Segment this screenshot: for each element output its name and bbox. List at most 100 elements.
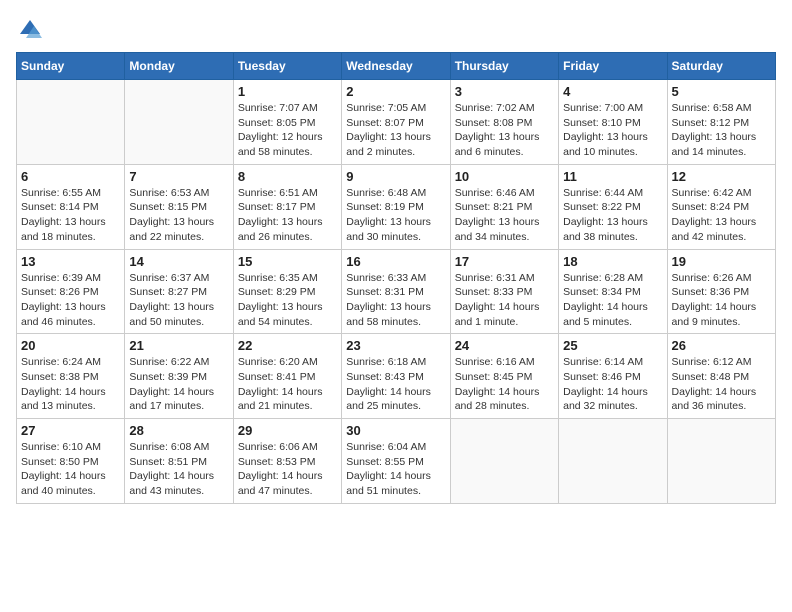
day-number: 12 — [672, 169, 771, 184]
logo-icon — [16, 16, 44, 44]
day-number: 27 — [21, 423, 120, 438]
day-info: Sunrise: 7:02 AMSunset: 8:08 PMDaylight:… — [455, 101, 554, 160]
day-number: 19 — [672, 254, 771, 269]
day-cell: 8Sunrise: 6:51 AMSunset: 8:17 PMDaylight… — [233, 164, 341, 249]
day-number: 25 — [563, 338, 662, 353]
day-info: Sunrise: 6:04 AMSunset: 8:55 PMDaylight:… — [346, 440, 445, 499]
day-number: 23 — [346, 338, 445, 353]
day-info: Sunrise: 6:08 AMSunset: 8:51 PMDaylight:… — [129, 440, 228, 499]
day-cell — [667, 419, 775, 504]
day-info: Sunrise: 6:48 AMSunset: 8:19 PMDaylight:… — [346, 186, 445, 245]
day-cell — [125, 80, 233, 165]
page-header — [16, 16, 776, 44]
day-cell: 26 Sunrise: 6:12 AMSunset: 8:48 PMDayligh… — [667, 334, 775, 419]
day-number: 29 — [238, 423, 337, 438]
day-info: Sunrise: 6:20 AMSunset: 8:41 PMDaylight:… — [238, 355, 337, 414]
day-number: 17 — [455, 254, 554, 269]
weekday-header-tuesday: Tuesday — [233, 53, 341, 80]
day-number: 15 — [238, 254, 337, 269]
day-info: Sunrise: 6:53 AMSunset: 8:15 PMDaylight:… — [129, 186, 228, 245]
day-info: Sunrise: 6:58 AMSunset: 8:12 PMDaylight:… — [672, 101, 771, 160]
day-cell: 9 Sunrise: 6:48 AMSunset: 8:19 PMDaylight… — [342, 164, 450, 249]
day-cell: 5Sunrise: 6:58 AMSunset: 8:12 PMDaylight… — [667, 80, 775, 165]
day-info: Sunrise: 7:00 AMSunset: 8:10 PMDaylight:… — [563, 101, 662, 160]
day-cell: 28 Sunrise: 6:08 AMSunset: 8:51 PMDayligh… — [125, 419, 233, 504]
weekday-header-friday: Friday — [559, 53, 667, 80]
day-info: Sunrise: 6:37 AMSunset: 8:27 PMDaylight:… — [129, 271, 228, 330]
day-info: Sunrise: 6:46 AMSunset: 8:21 PMDaylight:… — [455, 186, 554, 245]
day-info: Sunrise: 6:18 AMSunset: 8:43 PMDaylight:… — [346, 355, 445, 414]
day-cell: 2 Sunrise: 7:05 AMSunset: 8:07 PMDaylight… — [342, 80, 450, 165]
day-info: Sunrise: 6:51 AMSunset: 8:17 PMDaylight:… — [238, 186, 337, 245]
week-row-3: 13 Sunrise: 6:39 AMSunset: 8:26 PMDayligh… — [17, 249, 776, 334]
day-cell: 14 Sunrise: 6:37 AMSunset: 8:27 PMDayligh… — [125, 249, 233, 334]
day-cell: 16 Sunrise: 6:33 AMSunset: 8:31 PMDayligh… — [342, 249, 450, 334]
calendar-table: SundayMondayTuesdayWednesdayThursdayFrid… — [16, 52, 776, 504]
day-cell: 1Sunrise: 7:07 AMSunset: 8:05 PMDaylight… — [233, 80, 341, 165]
day-cell: 18 Sunrise: 6:28 AMSunset: 8:34 PMDayligh… — [559, 249, 667, 334]
day-cell: 27 Sunrise: 6:10 AMSunset: 8:50 PMDayligh… — [17, 419, 125, 504]
day-info: Sunrise: 7:05 AMSunset: 8:07 PMDaylight:… — [346, 101, 445, 160]
day-number: 4 — [563, 84, 662, 99]
day-cell: 21 Sunrise: 6:22 AMSunset: 8:39 PMDayligh… — [125, 334, 233, 419]
day-info: Sunrise: 6:12 AMSunset: 8:48 PMDaylight:… — [672, 355, 771, 414]
day-cell: 23 Sunrise: 6:18 AMSunset: 8:43 PMDayligh… — [342, 334, 450, 419]
day-info: Sunrise: 6:35 AMSunset: 8:29 PMDaylight:… — [238, 271, 337, 330]
day-info: Sunrise: 6:28 AMSunset: 8:34 PMDaylight:… — [563, 271, 662, 330]
day-info: Sunrise: 7:07 AMSunset: 8:05 PMDaylight:… — [238, 101, 337, 160]
day-number: 16 — [346, 254, 445, 269]
weekday-header-row: SundayMondayTuesdayWednesdayThursdayFrid… — [17, 53, 776, 80]
day-number: 7 — [129, 169, 228, 184]
day-cell: 22 Sunrise: 6:20 AMSunset: 8:41 PMDayligh… — [233, 334, 341, 419]
day-info: Sunrise: 6:44 AMSunset: 8:22 PMDaylight:… — [563, 186, 662, 245]
week-row-1: 1Sunrise: 7:07 AMSunset: 8:05 PMDaylight… — [17, 80, 776, 165]
day-info: Sunrise: 6:33 AMSunset: 8:31 PMDaylight:… — [346, 271, 445, 330]
weekday-header-thursday: Thursday — [450, 53, 558, 80]
day-cell — [17, 80, 125, 165]
week-row-5: 27 Sunrise: 6:10 AMSunset: 8:50 PMDayligh… — [17, 419, 776, 504]
day-info: Sunrise: 6:16 AMSunset: 8:45 PMDaylight:… — [455, 355, 554, 414]
day-cell: 17 Sunrise: 6:31 AMSunset: 8:33 PMDayligh… — [450, 249, 558, 334]
weekday-header-saturday: Saturday — [667, 53, 775, 80]
day-cell: 19 Sunrise: 6:26 AMSunset: 8:36 PMDayligh… — [667, 249, 775, 334]
day-number: 2 — [346, 84, 445, 99]
day-cell: 15 Sunrise: 6:35 AMSunset: 8:29 PMDayligh… — [233, 249, 341, 334]
day-cell — [450, 419, 558, 504]
day-number: 14 — [129, 254, 228, 269]
day-info: Sunrise: 6:10 AMSunset: 8:50 PMDaylight:… — [21, 440, 120, 499]
day-cell: 6 Sunrise: 6:55 AMSunset: 8:14 PMDaylight… — [17, 164, 125, 249]
day-info: Sunrise: 6:14 AMSunset: 8:46 PMDaylight:… — [563, 355, 662, 414]
day-number: 21 — [129, 338, 228, 353]
day-number: 30 — [346, 423, 445, 438]
day-number: 22 — [238, 338, 337, 353]
day-number: 3 — [455, 84, 554, 99]
day-number: 6 — [21, 169, 120, 184]
week-row-2: 6 Sunrise: 6:55 AMSunset: 8:14 PMDaylight… — [17, 164, 776, 249]
day-number: 9 — [346, 169, 445, 184]
day-info: Sunrise: 6:24 AMSunset: 8:38 PMDaylight:… — [21, 355, 120, 414]
day-info: Sunrise: 6:42 AMSunset: 8:24 PMDaylight:… — [672, 186, 771, 245]
weekday-header-sunday: Sunday — [17, 53, 125, 80]
day-info: Sunrise: 6:55 AMSunset: 8:14 PMDaylight:… — [21, 186, 120, 245]
week-row-4: 20Sunrise: 6:24 AMSunset: 8:38 PMDayligh… — [17, 334, 776, 419]
day-cell: 13 Sunrise: 6:39 AMSunset: 8:26 PMDayligh… — [17, 249, 125, 334]
day-cell: 11 Sunrise: 6:44 AMSunset: 8:22 PMDayligh… — [559, 164, 667, 249]
day-number: 26 — [672, 338, 771, 353]
day-number: 24 — [455, 338, 554, 353]
day-cell: 30 Sunrise: 6:04 AMSunset: 8:55 PMDayligh… — [342, 419, 450, 504]
day-number: 13 — [21, 254, 120, 269]
day-info: Sunrise: 6:31 AMSunset: 8:33 PMDaylight:… — [455, 271, 554, 330]
weekday-header-monday: Monday — [125, 53, 233, 80]
day-cell: 25 Sunrise: 6:14 AMSunset: 8:46 PMDayligh… — [559, 334, 667, 419]
day-number: 18 — [563, 254, 662, 269]
day-info: Sunrise: 6:26 AMSunset: 8:36 PMDaylight:… — [672, 271, 771, 330]
day-cell: 4 Sunrise: 7:00 AMSunset: 8:10 PMDaylight… — [559, 80, 667, 165]
day-number: 11 — [563, 169, 662, 184]
day-cell: 20Sunrise: 6:24 AMSunset: 8:38 PMDayligh… — [17, 334, 125, 419]
day-info: Sunrise: 6:39 AMSunset: 8:26 PMDaylight:… — [21, 271, 120, 330]
day-info: Sunrise: 6:22 AMSunset: 8:39 PMDaylight:… — [129, 355, 228, 414]
day-number: 10 — [455, 169, 554, 184]
day-cell: 10 Sunrise: 6:46 AMSunset: 8:21 PMDayligh… — [450, 164, 558, 249]
day-cell: 12 Sunrise: 6:42 AMSunset: 8:24 PMDayligh… — [667, 164, 775, 249]
day-number: 28 — [129, 423, 228, 438]
